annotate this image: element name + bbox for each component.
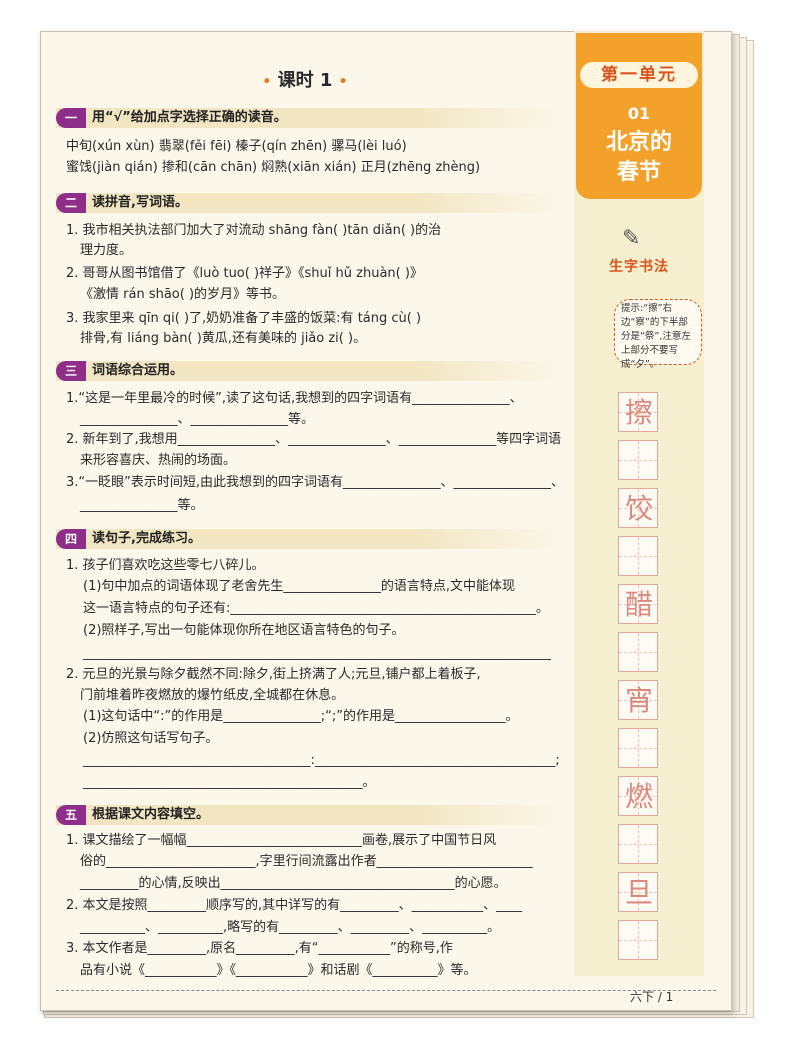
answer-line[interactable]: ___________________________________:____… <box>83 752 560 770</box>
char-practice-cell[interactable]: 醋 <box>618 584 658 624</box>
practice-char: 旦 <box>624 876 653 909</box>
question-line[interactable]: 1. 课文描绘了一幅幅___________________________画卷… <box>66 832 496 850</box>
unit-title-line1: 北京的 <box>605 130 672 155</box>
question-line[interactable]: 蜜饯(jiàn qián) 掺和(cān chān) 焖熟(xiān xián)… <box>66 159 480 177</box>
section-title: 用“√”给加点字选择正确的读音。 <box>92 110 287 125</box>
question-line[interactable]: 品有小说《___________》《___________》和话剧《______… <box>80 962 477 980</box>
question-line: 来形容喜庆、热闹的场面。 <box>80 453 237 468</box>
question-line[interactable]: 1.“这是一年里最冷的时候”,读了这句话,我想到的四字词语有__________… <box>66 390 523 408</box>
question-line[interactable]: 3.“一眨眼”表示时间短,由此我想到的四字词语有_______________、… <box>66 474 564 492</box>
calligraphy-title: 生字书法 <box>609 259 669 275</box>
section-header: 五 根据课文内容填空。 <box>56 805 562 825</box>
unit-title: 北京的 春节 <box>576 128 702 188</box>
question-line[interactable]: 3. 本文作者是_________,原名_________,有“________… <box>66 940 453 958</box>
practice-char: 饺 <box>624 492 653 525</box>
section-tag: 五 <box>56 805 86 825</box>
question-line[interactable]: _______________、_______________等。 <box>80 411 314 429</box>
footer-divider <box>56 990 716 991</box>
question-line[interactable]: 2. 新年到了,我想用_______________、_____________… <box>66 431 561 449</box>
question-line[interactable]: 2. 本文是按照_________顺序写的,其中详写的有_________、__… <box>66 897 522 915</box>
lesson-title: • 课时 1 • <box>262 70 348 91</box>
section-title: 根据课文内容填空。 <box>92 807 210 822</box>
answer-line[interactable]: ________________________________________… <box>83 774 376 792</box>
char-practice-cell[interactable] <box>618 728 658 768</box>
page-number: 六下 / 1 <box>630 990 674 1004</box>
section-header: 一 用“√”给加点字选择正确的读音。 <box>56 108 562 128</box>
section-title: 词语综合运用。 <box>92 363 184 378</box>
question-line: (2)仿照这句话写句子。 <box>83 731 219 746</box>
section-tag: 四 <box>56 529 86 549</box>
unit-title-line2: 春节 <box>616 160 661 185</box>
char-practice-cell[interactable] <box>618 536 658 576</box>
char-practice-cell[interactable] <box>618 824 658 864</box>
question-line[interactable]: _________的心情,反映出________________________… <box>80 875 507 893</box>
question-line[interactable]: (1)句中加点的词语体现了老舍先生_______________的语言特点,文中… <box>83 578 515 596</box>
question-line: 门前堆着昨夜燃放的爆竹纸皮,全城都在休息。 <box>80 688 345 703</box>
lesson-title-text: 课时 1 <box>277 70 333 91</box>
section-tag: 二 <box>56 193 86 213</box>
question-line[interactable]: _______________等。 <box>80 497 204 515</box>
section-title: 读拼音,写词语。 <box>92 195 188 210</box>
tip-bubble: 提示:“擦”右边“察”的下半部分是“祭”,注意左上部分不要写成“夕”。 <box>614 299 702 370</box>
char-practice-cell[interactable]: 饺 <box>618 488 658 528</box>
question-line[interactable]: 排骨,有 liáng bàn( )黄瓜,还有美味的 jiǎo zi( )。 <box>80 330 366 348</box>
char-practice-cell[interactable] <box>618 920 658 960</box>
section-header: 二 读拼音,写词语。 <box>56 193 562 213</box>
question-line[interactable]: __________、__________,略写的有_________、____… <box>80 919 500 937</box>
question-line: (2)照样子,写出一句能体现你所在地区语言特色的句子。 <box>83 623 405 638</box>
question-line: 2. 元旦的光景与除夕截然不同:除夕,街上挤满了人;元旦,铺户都上着板子, <box>66 667 481 682</box>
question-line[interactable]: 中旬(xún xùn) 翡翠(fěi fēi) 榛子(qín zhēn) 骡马(… <box>66 138 407 156</box>
pencil-icon: ✎ <box>622 226 641 251</box>
section-header: 四 读句子,完成练习。 <box>56 529 562 549</box>
question-line[interactable]: 这一语言特点的句子还有:____________________________… <box>83 600 549 618</box>
section-header: 三 词语综合运用。 <box>56 361 562 381</box>
practice-char: 擦 <box>624 396 653 429</box>
char-practice-cell[interactable]: 擦 <box>618 392 658 432</box>
question-line: 理力度。 <box>80 243 133 258</box>
answer-line[interactable]: ________________________________________… <box>83 645 551 663</box>
char-practice-cell[interactable]: 宵 <box>618 680 658 720</box>
section-title: 读句子,完成练习。 <box>92 531 201 546</box>
unit-number: 01 <box>627 104 651 123</box>
char-practice-cell[interactable]: 旦 <box>618 872 658 912</box>
question-line: 1. 孩子们喜欢吃这些零七八碎儿。 <box>66 558 265 573</box>
question-line[interactable]: 《激情 rán shāo( )的岁月》等书。 <box>80 286 285 304</box>
practice-char: 醋 <box>624 588 653 621</box>
char-practice-cell[interactable] <box>618 440 658 480</box>
question-line[interactable]: 1. 我市相关执法部门加大了对流动 shāng fàn( )tān diǎn( … <box>66 222 441 240</box>
char-practice-cell[interactable]: 燃 <box>618 776 658 816</box>
question-line[interactable]: 俗的_______________________,字里行间流露出作者_____… <box>80 853 533 871</box>
char-practice-cell[interactable] <box>618 632 658 672</box>
question-line[interactable]: 2. 哥哥从图书馆借了《luò tuo( )祥子》《shuǐ hǔ zhuàn(… <box>66 265 423 283</box>
practice-char: 宵 <box>624 684 653 717</box>
unit-label: 第一单元 <box>580 62 698 88</box>
question-line[interactable]: (1)这句话中“:”的作用是_______________;“;”的作用是___… <box>83 708 519 726</box>
question-line[interactable]: 3. 我家里来 qīn qi( )了,奶奶准备了丰盛的饭菜:有 táng cù(… <box>66 310 421 328</box>
section-tag: 一 <box>56 108 86 128</box>
practice-char: 燃 <box>624 780 653 813</box>
section-tag: 三 <box>56 361 86 381</box>
